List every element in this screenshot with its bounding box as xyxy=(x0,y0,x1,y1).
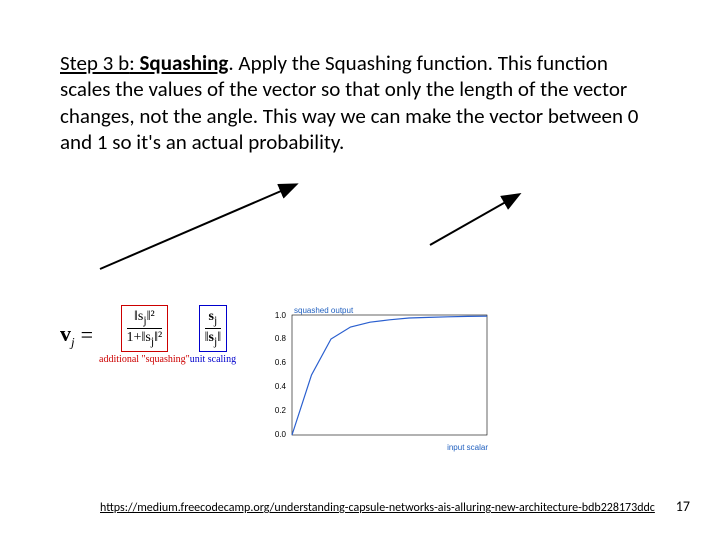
source-link[interactable]: https://medium.freecodecamp.org/understa… xyxy=(100,501,655,515)
page-number: 17 xyxy=(676,498,690,515)
svg-text:0.2: 0.2 xyxy=(275,406,287,415)
squashing-plot: 0.0 0.2 0.4 0.6 0.8 1.0 squashed output … xyxy=(256,305,506,465)
plot-ylabel: squashed output xyxy=(294,306,354,315)
equals-sign: = xyxy=(81,322,93,348)
svg-text:0.0: 0.0 xyxy=(275,430,287,439)
plot-xlabel: input scalar xyxy=(447,443,488,452)
vector-arrows-diagram xyxy=(60,167,660,287)
arrow-long xyxy=(90,177,310,277)
svg-text:0.6: 0.6 xyxy=(275,358,287,367)
plot-curve xyxy=(292,316,487,435)
body-paragraph: Step 3 b: Squashing. Apply the Squashing… xyxy=(60,50,660,155)
caption-unit-scaling: unit scaling xyxy=(190,354,236,365)
squashing-term: ‖sj‖² 1+‖sj‖² xyxy=(121,305,169,352)
svg-text:0.4: 0.4 xyxy=(275,382,287,391)
svg-text:0.8: 0.8 xyxy=(275,334,287,343)
caption-squashing: additional "squashing" xyxy=(99,354,190,365)
squashing-formula: vj = ‖sj‖² 1+‖sj‖² additional "squashing… xyxy=(60,305,236,365)
v-j: vj xyxy=(60,321,75,350)
svg-text:1.0: 1.0 xyxy=(275,311,287,320)
arrow-short xyxy=(420,185,530,255)
unit-scaling-term: sj ‖sj‖ xyxy=(199,305,228,352)
step-label: Step 3 b: Squashing xyxy=(60,50,228,76)
